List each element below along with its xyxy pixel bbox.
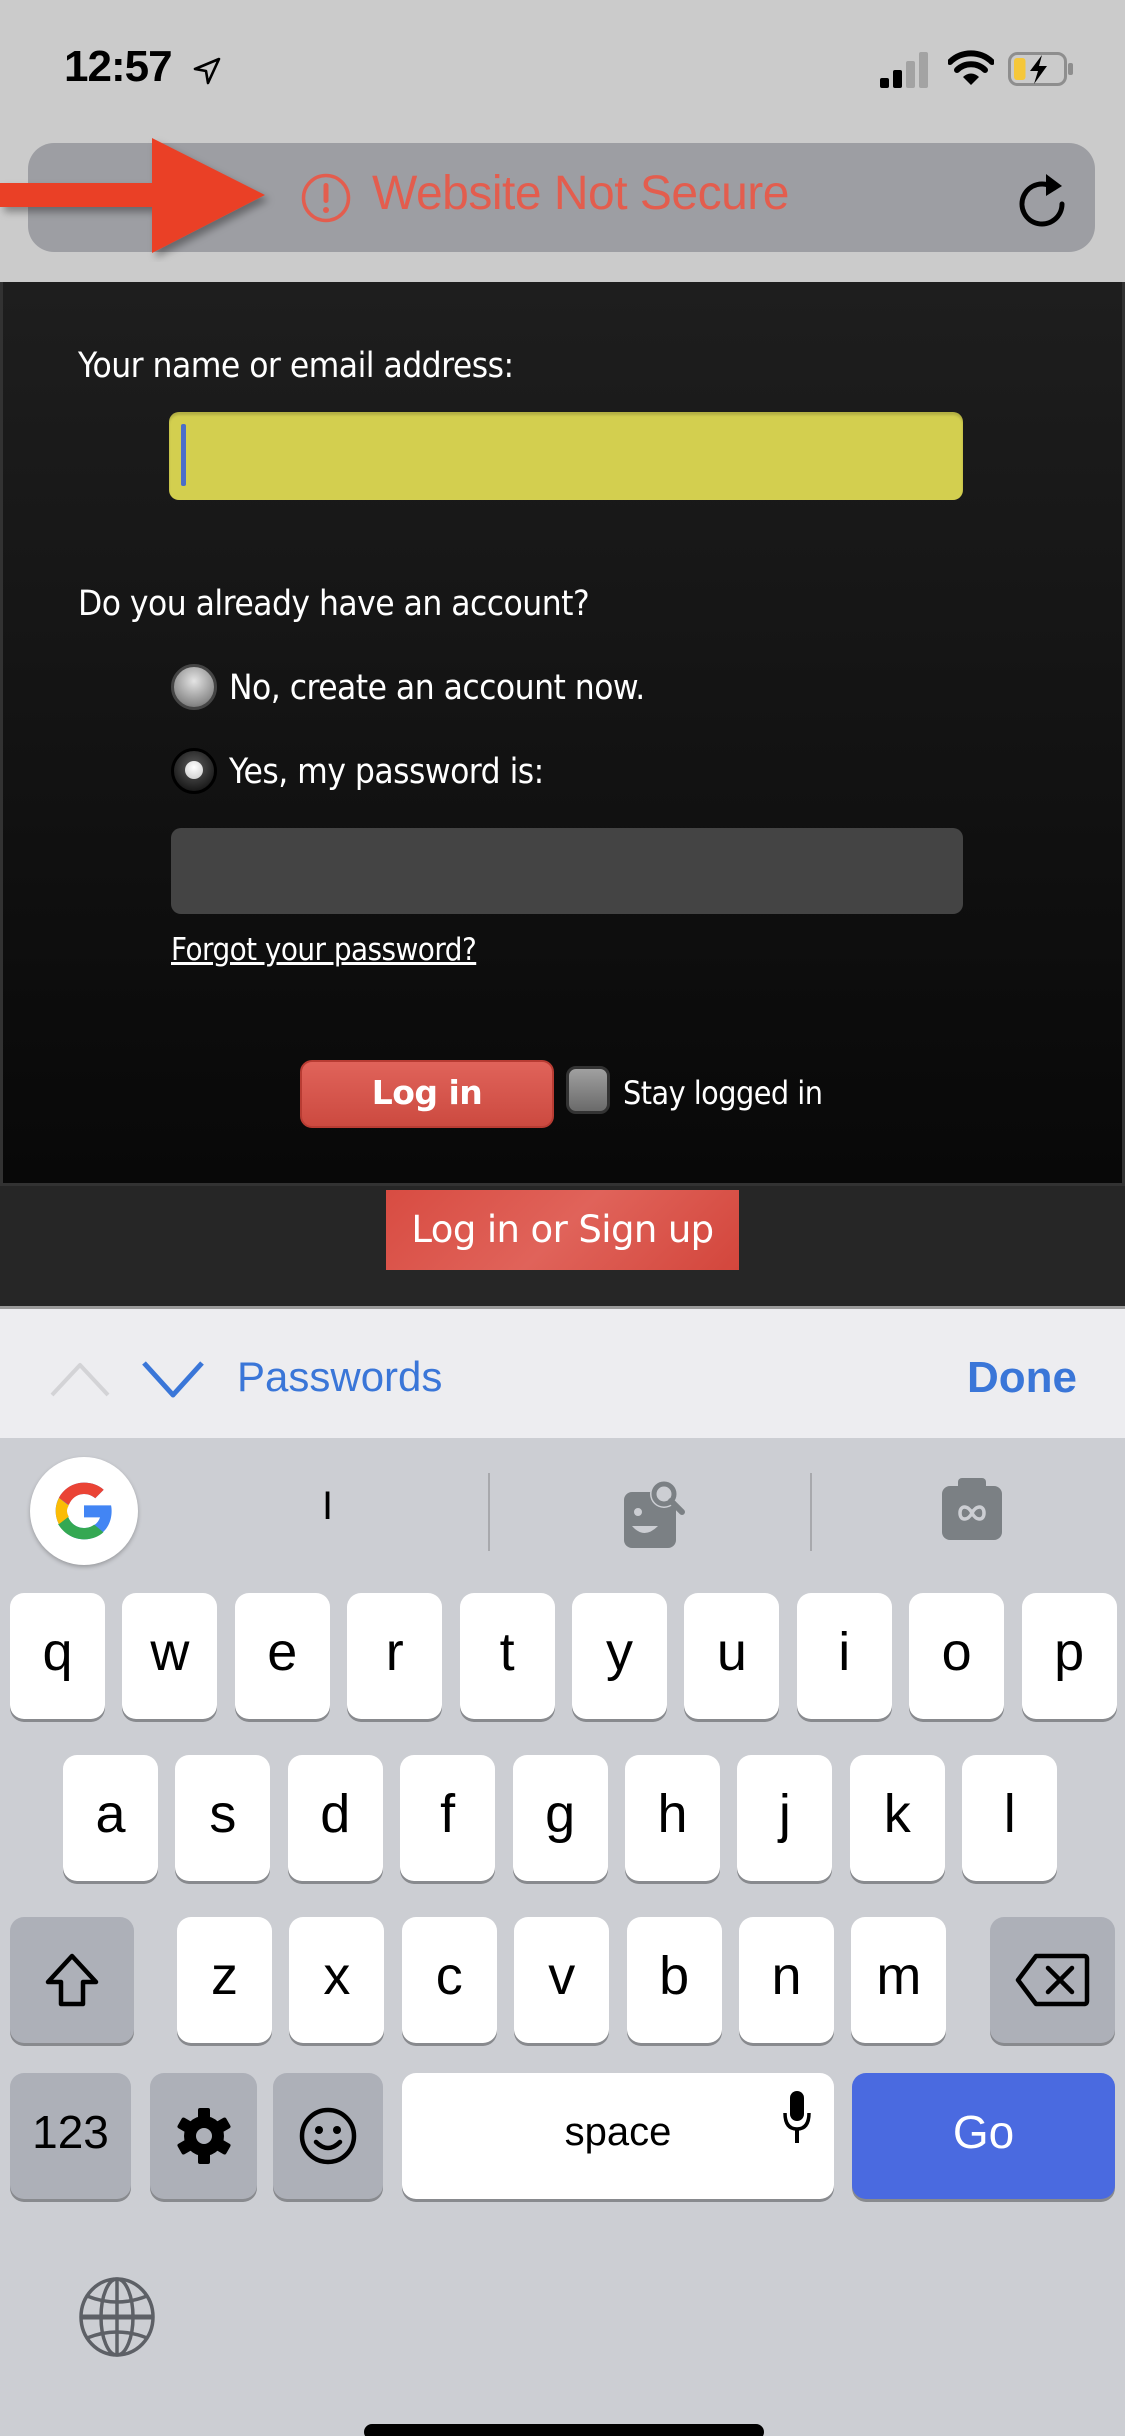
key-c[interactable]: c <box>401 1917 497 2043</box>
key-w[interactable]: w <box>122 1593 218 1719</box>
go-key[interactable]: Go <box>852 2073 1115 2199</box>
radio-have-password[interactable] <box>171 748 217 794</box>
divider <box>810 1473 812 1551</box>
key-l[interactable]: l <box>962 1755 1058 1881</box>
key-e[interactable]: e <box>234 1593 330 1719</box>
key-o[interactable]: o <box>909 1593 1005 1719</box>
divider <box>488 1473 490 1551</box>
battery-level-fill <box>1014 58 1026 80</box>
settings-key[interactable] <box>150 2073 257 2199</box>
suggestion-item[interactable]: I <box>322 1484 333 1529</box>
security-warning-text[interactable]: Website Not Secure <box>372 166 789 221</box>
key-z[interactable]: z <box>177 1917 272 2043</box>
key-a[interactable]: a <box>63 1755 158 1881</box>
shift-key[interactable] <box>10 1917 134 2043</box>
key-k[interactable]: k <box>849 1755 945 1881</box>
key-q[interactable]: q <box>10 1593 105 1719</box>
chevron-down-icon[interactable] <box>140 1359 206 1399</box>
red-arrow-annotation <box>0 138 265 253</box>
web-page: Your name or email address: Do you alrea… <box>0 282 1125 1306</box>
key-v[interactable]: v <box>514 1917 610 2043</box>
login-or-signup-button[interactable]: Log in or Sign up <box>386 1190 739 1270</box>
forgot-password-link[interactable]: Forgot your password? <box>171 932 477 968</box>
browser-chrome: 12:57 Website Not Secure <box>0 0 1125 282</box>
account-question: Do you already have an account? <box>78 584 590 624</box>
status-time: 12:57 <box>64 42 173 91</box>
warning-circle-icon <box>301 173 351 223</box>
gear-icon <box>177 2108 231 2164</box>
stay-logged-in-checkbox[interactable] <box>566 1066 610 1114</box>
image-search-icon[interactable] <box>622 1474 686 1550</box>
backspace-icon <box>1015 1953 1090 2007</box>
battery-charging-icon <box>1008 52 1073 86</box>
cellular-signal-icon <box>880 52 928 88</box>
radio-create-account-label[interactable]: No, create an account now. <box>229 668 645 708</box>
radio-create-account[interactable] <box>171 664 217 710</box>
done-button[interactable]: Done <box>967 1353 1077 1403</box>
key-t[interactable]: t <box>459 1593 555 1719</box>
name-or-email-input[interactable] <box>169 412 963 500</box>
key-j[interactable]: j <box>737 1755 833 1881</box>
space-label: space <box>564 2110 672 2154</box>
shift-icon <box>45 1953 99 2007</box>
key-m[interactable]: m <box>851 1917 947 2043</box>
keyboard: I qwertyuiop asdfghjkl zxcvbnm 123 space… <box>0 1438 1125 2436</box>
home-indicator[interactable] <box>364 2424 764 2436</box>
space-key[interactable]: space <box>402 2073 834 2199</box>
google-lens-icon[interactable] <box>940 1476 1004 1542</box>
key-r[interactable]: r <box>347 1593 443 1719</box>
chevron-up-icon[interactable] <box>48 1359 112 1399</box>
google-g-icon <box>55 1482 112 1540</box>
key-d[interactable]: d <box>287 1755 383 1881</box>
keyboard-accessory-bar: Passwords Done <box>0 1306 1125 1438</box>
google-button[interactable] <box>30 1457 138 1565</box>
key-n[interactable]: n <box>739 1917 834 2043</box>
location-arrow-icon <box>193 57 221 85</box>
globe-icon[interactable] <box>78 2276 156 2358</box>
key-b[interactable]: b <box>626 1917 722 2043</box>
backspace-key[interactable] <box>990 1917 1115 2043</box>
name-label: Your name or email address: <box>78 346 514 386</box>
login-form: Your name or email address: Do you alrea… <box>0 282 1125 1186</box>
key-u[interactable]: u <box>684 1593 780 1719</box>
key-f[interactable]: f <box>400 1755 496 1881</box>
key-g[interactable]: g <box>512 1755 608 1881</box>
radio-have-password-label[interactable]: Yes, my password is: <box>229 752 544 792</box>
login-button[interactable]: Log in <box>300 1060 554 1128</box>
numbers-key[interactable]: 123 <box>10 2073 131 2199</box>
text-caret <box>181 424 186 486</box>
key-y[interactable]: y <box>572 1593 667 1719</box>
reload-icon[interactable] <box>1016 170 1070 228</box>
key-x[interactable]: x <box>289 1917 385 2043</box>
passwords-button[interactable]: Passwords <box>237 1353 442 1401</box>
stay-logged-in-label[interactable]: Stay logged in <box>623 1074 823 1112</box>
wifi-icon <box>948 50 994 85</box>
key-s[interactable]: s <box>175 1755 271 1881</box>
password-input[interactable] <box>171 828 963 914</box>
key-h[interactable]: h <box>625 1755 720 1881</box>
microphone-icon[interactable] <box>782 2089 812 2145</box>
key-p[interactable]: p <box>1021 1593 1117 1719</box>
emoji-icon <box>299 2107 357 2165</box>
emoji-key[interactable] <box>273 2073 383 2199</box>
key-i[interactable]: i <box>796 1593 892 1719</box>
